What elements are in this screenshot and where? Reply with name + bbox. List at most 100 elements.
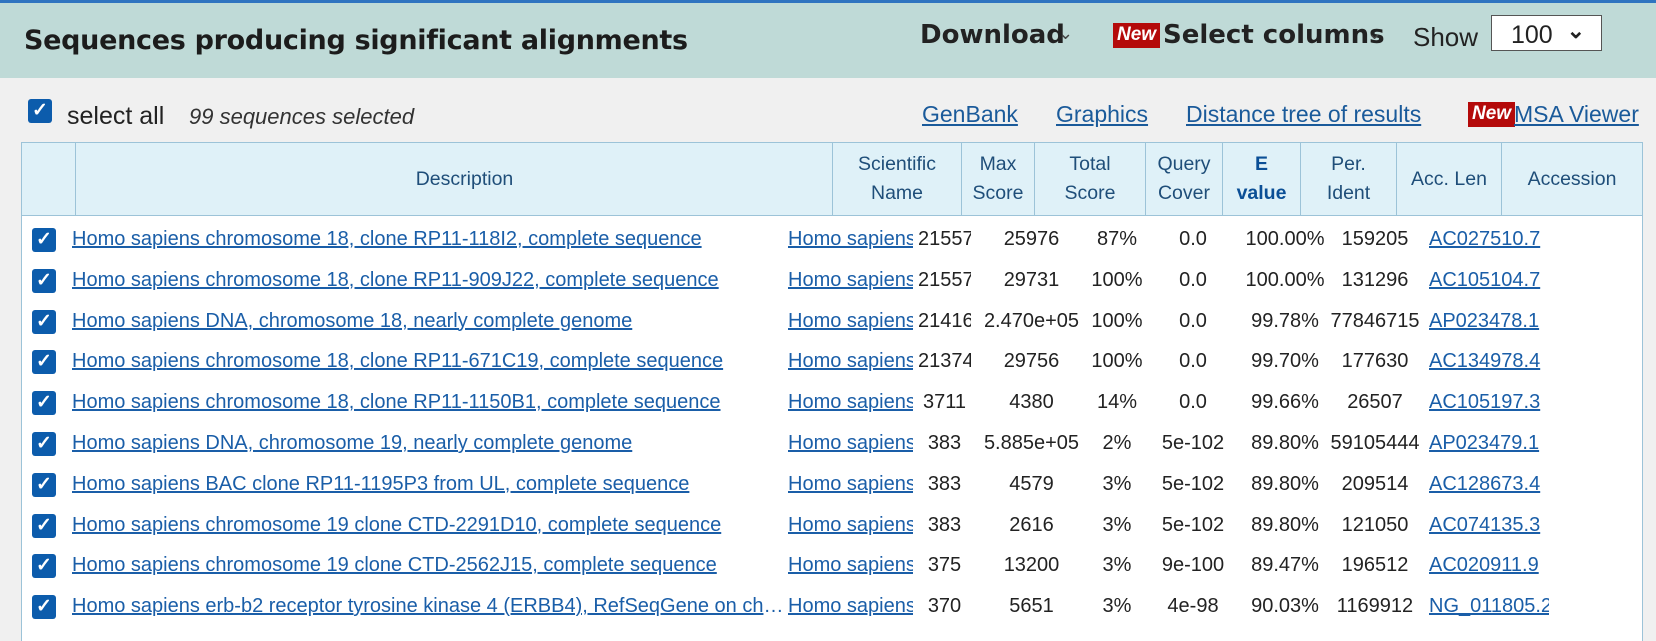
- table-row: ✓ Homo sapiens chromosome 19 clone CTD-25…: [22, 544, 1642, 587]
- query-cover: 14%: [1096, 391, 1138, 414]
- description-link[interactable]: Homo sapiens chromosome 18, clone RP11-9…: [72, 259, 786, 302]
- description-link[interactable]: Homo sapiens chromosome 18, clone RP11-1…: [72, 218, 786, 261]
- results-header-bar: Sequences producing significant alignmen…: [0, 0, 1656, 78]
- graphics-link[interactable]: Graphics: [1056, 101, 1148, 128]
- accession-link[interactable]: AP023478.1: [1429, 300, 1549, 343]
- accession-link[interactable]: AC105197.3: [1429, 381, 1549, 424]
- e-value: 5e-102: [1161, 513, 1225, 536]
- col-acc-len[interactable]: Acc. Len: [1396, 143, 1501, 215]
- distance-tree-link[interactable]: Distance tree of results: [1186, 101, 1421, 128]
- scientific-name-link[interactable]: Homo sapiens: [788, 585, 913, 628]
- row-select-checkbox[interactable]: ✓: [32, 268, 56, 293]
- col-accession[interactable]: Accession: [1501, 143, 1642, 215]
- row-select-checkbox[interactable]: ✓: [32, 309, 56, 334]
- query-cover: 100%: [1091, 309, 1143, 332]
- max-score: 21557: [918, 268, 971, 291]
- description-link[interactable]: Homo sapiens chromosome 19 clone CTD-229…: [72, 504, 786, 547]
- acc-len: 159205: [1341, 228, 1409, 250]
- total-score: 2616: [1009, 513, 1054, 536]
- acc-len: 26507: [1347, 391, 1403, 414]
- scientific-name-link[interactable]: Homo sapiens: [788, 504, 913, 547]
- show-count-value: 100: [1511, 21, 1553, 49]
- row-select-checkbox[interactable]: ✓: [32, 513, 56, 538]
- total-score: 29731: [1003, 268, 1060, 291]
- scientific-name-link[interactable]: Homo sapiens: [788, 259, 913, 302]
- max-score: 3711: [922, 391, 966, 414]
- total-score: 2.470e+05: [983, 309, 1080, 332]
- table-row: ✓ Homo sapiens chromosome 18, clone RP11-…: [22, 381, 1642, 424]
- col-description[interactable]: Description: [75, 143, 853, 215]
- scientific-name-link[interactable]: Homo sapiens: [788, 544, 913, 587]
- show-label: Show: [1413, 22, 1479, 52]
- row-select-checkbox[interactable]: ✓: [32, 228, 56, 252]
- acc-len: 59105444: [1330, 432, 1420, 454]
- row-select-checkbox[interactable]: ✓: [32, 391, 56, 416]
- col-per-ident[interactable]: Per. Ident: [1300, 143, 1396, 215]
- accession-link[interactable]: AC128673.4: [1429, 463, 1549, 506]
- row-select-checkbox[interactable]: ✓: [32, 350, 56, 375]
- scientific-name-link[interactable]: Homo sapiens: [788, 422, 913, 465]
- scientific-name-link[interactable]: Homo sapiens: [788, 381, 913, 424]
- col-total-score[interactable]: Total Score: [1034, 143, 1145, 215]
- query-cover: 87%: [1096, 228, 1138, 250]
- description-link[interactable]: Homo sapiens BAC clone RP11-1195P3 from …: [72, 463, 786, 506]
- row-select-checkbox[interactable]: ✓: [32, 595, 56, 620]
- row-select-checkbox[interactable]: ✓: [32, 554, 56, 579]
- chevron-down-icon[interactable]: ⌄: [1058, 23, 1073, 44]
- row-select-checkbox[interactable]: ✓: [32, 472, 56, 497]
- scientific-name-link[interactable]: Homo sapiens: [788, 218, 913, 261]
- e-value: 0.0: [1179, 309, 1207, 332]
- max-score: 21416: [918, 309, 971, 332]
- page-title: Sequences producing significant alignmen…: [24, 25, 688, 56]
- select-columns-menu[interactable]: Select columns: [1163, 20, 1385, 50]
- query-cover: 100%: [1091, 350, 1143, 373]
- chevron-down-icon[interactable]: ⌄: [1367, 23, 1382, 44]
- scientific-name-link[interactable]: Homo sapiens: [788, 463, 913, 506]
- col-max-score[interactable]: Max Score: [961, 143, 1034, 215]
- accession-link[interactable]: AC027510.7: [1429, 218, 1549, 261]
- col-e-value[interactable]: Evalue: [1222, 143, 1300, 215]
- max-score: 21374: [918, 350, 971, 373]
- acc-len: 1169912: [1336, 595, 1414, 618]
- description-link[interactable]: Homo sapiens DNA, chromosome 18, nearly …: [72, 300, 786, 343]
- e-value: 5e-102: [1161, 432, 1225, 454]
- total-score: 29756: [1003, 350, 1060, 373]
- description-link[interactable]: Homo sapiens chromosome 18, clone RP11-1…: [72, 381, 786, 424]
- scientific-name-link[interactable]: Homo sapiens: [788, 340, 913, 383]
- col-query-cover[interactable]: Query Cover: [1145, 143, 1222, 215]
- e-value: 4e-98: [1167, 595, 1219, 618]
- show-count-select[interactable]: 100 ⌄: [1491, 15, 1602, 51]
- accession-link[interactable]: AC134978.4: [1429, 340, 1549, 383]
- e-value: 0.0: [1179, 228, 1207, 250]
- table-row: ✓ Homo sapiens DNA, chromosome 19, nearly…: [22, 422, 1642, 465]
- per-ident: 89.80%: [1251, 472, 1319, 495]
- accession-link[interactable]: AC105104.7: [1429, 259, 1549, 302]
- col-scientific-name[interactable]: Scientific Name: [832, 143, 961, 215]
- header-checkbox-col: [22, 143, 75, 215]
- description-link[interactable]: Homo sapiens chromosome 19 clone CTD-256…: [72, 544, 786, 587]
- alignments-table: Description Scientific Name Max Score Tota…: [21, 142, 1643, 641]
- description-link[interactable]: Homo sapiens erb-b2 receptor tyrosine ki…: [72, 585, 786, 628]
- description-link[interactable]: Homo sapiens chromosome 18, clone RP11-6…: [72, 340, 786, 383]
- row-select-checkbox[interactable]: ✓: [32, 432, 56, 456]
- table-header: Description Scientific Name Max Score Tota…: [22, 143, 1642, 216]
- accession-link[interactable]: AC074135.3: [1429, 504, 1549, 547]
- description-link[interactable]: Homo sapiens DNA, chromosome 19, nearly …: [72, 422, 786, 465]
- query-cover: 2%: [1102, 432, 1132, 454]
- new-badge: New: [1113, 23, 1161, 48]
- genbank-link[interactable]: GenBank: [922, 101, 1018, 128]
- accession-link[interactable]: NG_011805.2: [1429, 585, 1549, 628]
- select-all-label[interactable]: select all: [67, 102, 164, 131]
- download-menu[interactable]: Download: [920, 20, 1065, 50]
- acc-len: 131296: [1341, 268, 1409, 291]
- msa-viewer-link[interactable]: MSA Viewer: [1514, 101, 1639, 128]
- e-value: 0.0: [1179, 350, 1207, 373]
- selected-count: 99 sequences selected: [189, 104, 415, 129]
- select-all-checkbox[interactable]: ✓: [28, 99, 52, 123]
- query-cover: 3%: [1102, 595, 1132, 618]
- accession-link[interactable]: AP023479.1: [1429, 422, 1549, 465]
- max-score: 383: [927, 432, 962, 454]
- scientific-name-link[interactable]: Homo sapiens: [788, 300, 913, 343]
- accession-link[interactable]: AC020911.9: [1429, 544, 1549, 587]
- query-cover: 3%: [1102, 513, 1132, 536]
